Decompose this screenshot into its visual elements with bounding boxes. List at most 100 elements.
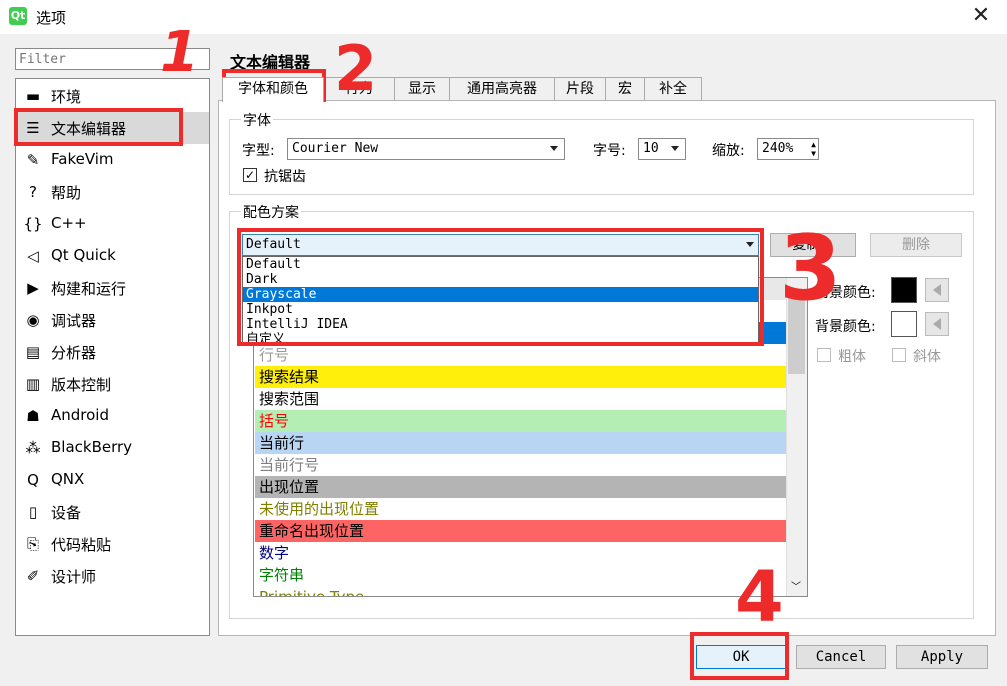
- sidebar-item-2[interactable]: ✎ FakeVim: [16, 144, 209, 176]
- sidebar-item-label: FakeVim: [51, 150, 114, 168]
- antialias-checkbox[interactable]: ✓: [243, 168, 257, 182]
- color-list-row[interactable]: 当前行: [255, 432, 787, 454]
- sidebar-item-label: Qt Quick: [51, 246, 116, 264]
- sidebar-item-4[interactable]: {} C++: [16, 208, 209, 240]
- font-family-select[interactable]: Courier New: [287, 138, 565, 160]
- sidebar-item-12[interactable]: Q QNX: [16, 464, 209, 496]
- sidebar-item-6[interactable]: ▶ 构建和运行: [16, 272, 209, 304]
- annotation-number-4: 4: [735, 556, 784, 638]
- sidebar-item-label: BlackBerry: [51, 438, 133, 456]
- delete-scheme-button[interactable]: 删除: [870, 233, 962, 257]
- sidebar-item-7[interactable]: ◉ 调试器: [16, 304, 209, 336]
- color-list-row[interactable]: 字符串: [255, 564, 787, 586]
- build-run-icon: ▶: [27, 279, 39, 297]
- fakevim-icon: ✎: [26, 151, 40, 169]
- font-family-label: 字型:: [242, 143, 275, 159]
- annotation-box-4: [690, 632, 789, 680]
- sidebar-item-11[interactable]: ⁂ BlackBerry: [16, 432, 209, 464]
- title-bar: [0, 0, 1007, 34]
- cancel-button[interactable]: Cancel: [796, 645, 886, 669]
- italic-checkbox[interactable]: [892, 348, 906, 362]
- zoom-spinbox[interactable]: 240% ▲ ▼: [757, 138, 819, 160]
- sidebar-item-label: 代码粘贴: [51, 536, 112, 554]
- bold-label: 粗体: [838, 349, 866, 365]
- code-paste-icon: ⎘: [26, 535, 39, 553]
- font-family-value: Courier New: [292, 141, 379, 156]
- qt-quick-icon: ◁: [27, 247, 39, 265]
- annotation-number-3: 3: [779, 216, 842, 321]
- reset-background-icon[interactable]: [925, 312, 949, 336]
- color-list-row[interactable]: 未使用的出现位置: [255, 498, 787, 520]
- chevron-down-icon: [550, 146, 558, 151]
- font-size-value: 10: [643, 141, 659, 156]
- color-list-row[interactable]: 括号: [255, 410, 787, 432]
- bold-checkbox[interactable]: [817, 348, 831, 362]
- designer-icon: ✐: [26, 567, 40, 585]
- sidebar-item-label: Android: [51, 406, 109, 424]
- color-scheme-title: 配色方案: [241, 202, 301, 222]
- sidebar-item-15[interactable]: ✐ 设计师: [16, 560, 209, 592]
- tab-5[interactable]: 宏: [605, 77, 645, 101]
- category-list: ▬ 环境 ☰ 文本编辑器 ✎ FakeVim? 帮助{} C++ ◁ Qt Quick ▶ 构建和运行…: [15, 78, 210, 636]
- sidebar-item-label: 调试器: [51, 312, 97, 330]
- font-group-title: 字体: [241, 110, 273, 130]
- annotation-number-2: 2: [334, 32, 378, 105]
- color-list-row[interactable]: 搜索结果: [255, 366, 787, 388]
- sidebar-item-13[interactable]: ▯ 设备: [16, 496, 209, 528]
- sidebar-item-label: 帮助: [51, 184, 82, 202]
- sidebar-item-8[interactable]: ▤ 分析器: [16, 336, 209, 368]
- braces-icon: {}: [23, 215, 43, 233]
- color-list-row[interactable]: 出现位置: [255, 476, 787, 498]
- qt-logo-icon: Qt: [9, 7, 27, 25]
- font-size-select[interactable]: 10: [638, 138, 686, 160]
- font-size-label: 字号:: [593, 143, 626, 159]
- tab-3[interactable]: 通用高亮器: [449, 77, 555, 101]
- close-icon[interactable]: ✕: [966, 2, 996, 30]
- sidebar-item-label: C++: [51, 214, 87, 232]
- tab-2[interactable]: 显示: [394, 77, 450, 101]
- background-color-swatch[interactable]: [891, 311, 917, 337]
- tab-0[interactable]: 字体和颜色: [222, 77, 324, 102]
- sidebar-item-label: 环境: [51, 88, 82, 106]
- sidebar-item-9[interactable]: ▥ 版本控制: [16, 368, 209, 400]
- apply-button[interactable]: Apply: [896, 645, 988, 669]
- reset-foreground-icon[interactable]: [925, 278, 949, 302]
- window-title: 选项: [36, 9, 67, 27]
- zoom-label: 缩放:: [712, 143, 745, 159]
- annotation-box-3: [237, 228, 764, 346]
- sidebar-item-label: 构建和运行: [51, 280, 127, 298]
- sidebar-item-label: 版本控制: [51, 376, 112, 394]
- tab-6[interactable]: 补全: [644, 77, 702, 101]
- version-control-icon: ▥: [25, 375, 41, 393]
- debugger-icon: ◉: [26, 311, 40, 329]
- foreground-color-swatch[interactable]: [891, 277, 917, 303]
- blackberry-icon: ⁂: [25, 439, 41, 457]
- sidebar-item-label: 设备: [51, 504, 82, 522]
- sidebar-item-label: 设计师: [51, 568, 97, 586]
- color-list-row[interactable]: Primitive Type: [255, 586, 787, 596]
- sidebar-item-14[interactable]: ⎘ 代码粘贴: [16, 528, 209, 560]
- device-icon: ▯: [28, 503, 38, 521]
- zoom-value: 240%: [762, 141, 794, 156]
- sidebar-item-3[interactable]: ? 帮助: [16, 176, 209, 208]
- scroll-down-icon[interactable]: ﹀: [791, 578, 801, 593]
- help-icon: ?: [29, 183, 37, 201]
- italic-label: 斜体: [913, 349, 941, 365]
- color-list-row[interactable]: 行号: [255, 344, 787, 366]
- sidebar-item-label: QNX: [51, 470, 85, 488]
- sidebar-item-10[interactable]: ☗ Android: [16, 400, 209, 432]
- color-list-row[interactable]: 数字: [255, 542, 787, 564]
- spin-arrows-icon[interactable]: ▲ ▼: [811, 140, 816, 158]
- annotation-box-1: [14, 108, 183, 146]
- analyzer-icon: ▤: [25, 343, 41, 361]
- color-list-row[interactable]: 搜索范围: [255, 388, 787, 410]
- qnx-icon: Q: [27, 471, 39, 489]
- tab-4[interactable]: 片段: [554, 77, 606, 101]
- android-icon: ☗: [26, 407, 40, 425]
- sidebar-item-label: 分析器: [51, 344, 97, 362]
- color-list-row[interactable]: 重命名出现位置: [255, 520, 787, 542]
- sidebar-item-5[interactable]: ◁ Qt Quick: [16, 240, 209, 272]
- color-list-row[interactable]: 当前行号: [255, 454, 787, 476]
- chevron-down-icon: [671, 146, 679, 151]
- annotation-number-1: 1: [160, 20, 199, 85]
